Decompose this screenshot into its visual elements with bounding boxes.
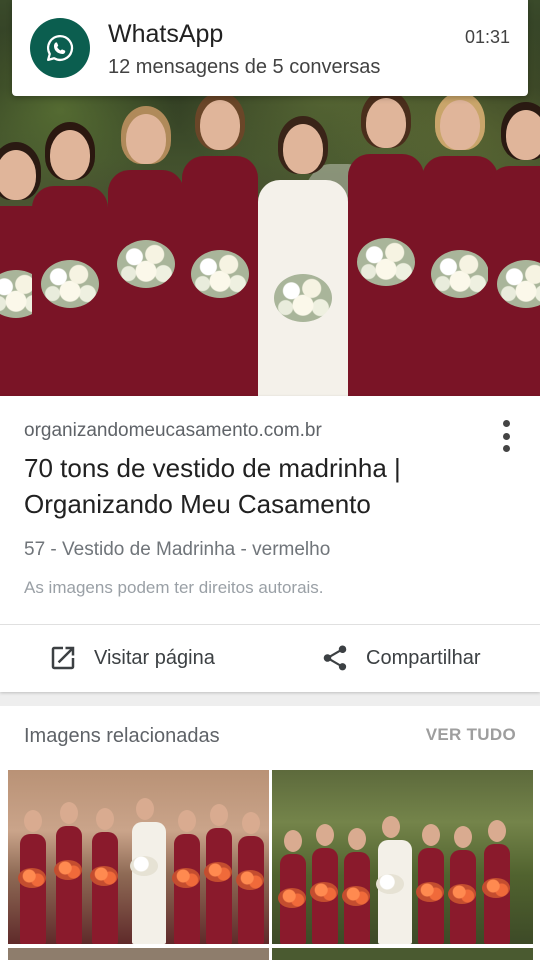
related-image-thumbnail[interactable] [8, 948, 269, 960]
result-subtitle: 57 - Vestido de Madrinha - vermelho [24, 539, 331, 560]
see-all-link[interactable]: VER TUDO [426, 725, 516, 745]
bridesmaid [178, 92, 262, 396]
copyright-notice: As imagens podem ter direitos autorais. [24, 578, 324, 597]
result-title[interactable]: 70 tons de vestido de madrinha | Organiz… [24, 450, 494, 522]
related-images-heading: Imagens relacionadas [24, 725, 220, 747]
share-icon [323, 645, 347, 671]
related-image-thumbnail[interactable] [272, 948, 533, 960]
related-image-thumbnail[interactable] [272, 770, 533, 944]
whatsapp-notification[interactable]: WhatsApp 12 mensagens de 5 conversas 01:… [12, 0, 528, 96]
more-options-icon[interactable] [496, 416, 516, 456]
bridesmaid [104, 106, 188, 396]
source-domain[interactable]: organizandomeucasamento.com.br [24, 420, 322, 442]
related-image-thumbnail[interactable] [8, 770, 269, 944]
image-result-card: organizandomeucasamento.com.br 70 tons d… [0, 396, 540, 692]
notification-message: 12 mensagens de 5 conversas [108, 56, 381, 78]
open-in-new-icon [51, 646, 75, 670]
divider [0, 624, 540, 625]
bride [258, 116, 384, 396]
visit-page-button[interactable]: Visitar página [48, 640, 215, 676]
bridesmaid [30, 122, 110, 396]
whatsapp-icon [30, 18, 90, 78]
bridesmaid [486, 102, 540, 396]
bridesmaid [344, 90, 428, 396]
share-label: Compartilhar [366, 646, 481, 669]
notification-app-name: WhatsApp [108, 20, 224, 48]
notification-time: 01:31 [464, 27, 510, 47]
related-images-section: Imagens relacionadas VER TUDO [0, 706, 540, 960]
visit-page-label: Visitar página [94, 646, 215, 669]
share-button[interactable]: Compartilhar [320, 640, 480, 676]
